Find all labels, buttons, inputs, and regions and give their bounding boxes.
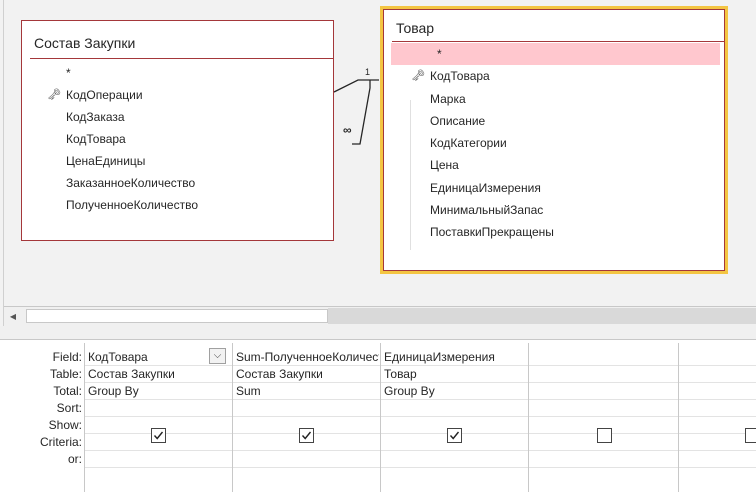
- grid-cell-table-2[interactable]: Состав Закупки: [236, 367, 376, 381]
- grid-row-divider: [84, 450, 756, 451]
- grid-cell-total-1[interactable]: Group By: [88, 384, 228, 398]
- relationship-line[interactable]: 1 ∞: [0, 0, 756, 306]
- pane-left-edge: [0, 0, 4, 326]
- relationship-connector-many: [352, 80, 371, 145]
- horizontal-scrollbar[interactable]: ◀: [4, 306, 756, 326]
- scrollbar-thumb[interactable]: [26, 309, 328, 323]
- row-label-total: Total:: [53, 384, 82, 398]
- checkmark-icon: [449, 431, 460, 440]
- row-label-criteria: Criteria:: [39, 435, 82, 449]
- grid-cell-total-2[interactable]: Sum: [236, 384, 376, 398]
- many-side-label: ∞: [343, 123, 352, 137]
- show-checkbox-5[interactable]: [745, 428, 756, 443]
- scrollbar-track[interactable]: [328, 308, 756, 324]
- grid-row-divider: [84, 382, 756, 383]
- query-design-grid[interactable]: Field: Table: Total: Sort: Show: Criteri…: [0, 340, 756, 492]
- row-label-or: or:: [67, 452, 82, 466]
- grid-cell-table-3[interactable]: Товар: [384, 367, 524, 381]
- checkmark-icon: [153, 431, 164, 440]
- show-checkbox-1[interactable]: [151, 428, 166, 443]
- grid-column-divider: [84, 343, 85, 492]
- row-label-show: Show:: [48, 418, 82, 432]
- query-design-pane[interactable]: Состав Закупки * 🗝︎ КодОперации КодЗаказа…: [0, 0, 756, 306]
- show-checkbox-4[interactable]: [597, 428, 612, 443]
- grid-row-divider: [84, 416, 756, 417]
- grid-cell-field-1[interactable]: КодТовара: [88, 350, 208, 364]
- grid-column-divider: [528, 343, 529, 492]
- grid-cell-total-3[interactable]: Group By: [384, 384, 524, 398]
- show-checkbox-3[interactable]: [447, 428, 462, 443]
- grid-row-divider: [84, 433, 756, 434]
- grid-column-divider: [380, 343, 381, 492]
- grid-row-divider: [84, 399, 756, 400]
- chevron-down-icon[interactable]: ⌵: [209, 348, 226, 364]
- arrow-left-icon[interactable]: ◀: [6, 310, 20, 324]
- grid-row-divider: [84, 365, 756, 366]
- one-side-label: 1: [365, 67, 370, 77]
- row-label-sort: Sort:: [56, 401, 82, 415]
- pane-splitter[interactable]: [0, 326, 756, 340]
- row-label-table: Table:: [49, 367, 82, 381]
- grid-cell-field-2[interactable]: Sum-ПолученноеКоличество: [236, 350, 379, 364]
- grid-cell-field-3[interactable]: ЕдиницаИзмерения: [384, 350, 524, 364]
- show-checkbox-2[interactable]: [299, 428, 314, 443]
- grid-column-divider: [232, 343, 233, 492]
- grid-row-divider: [84, 467, 756, 468]
- row-label-field: Field:: [52, 350, 82, 364]
- relationship-connector: [333, 79, 379, 93]
- grid-column-divider: [678, 343, 679, 492]
- checkmark-icon: [301, 431, 312, 440]
- grid-cell-table-1[interactable]: Состав Закупки: [88, 367, 228, 381]
